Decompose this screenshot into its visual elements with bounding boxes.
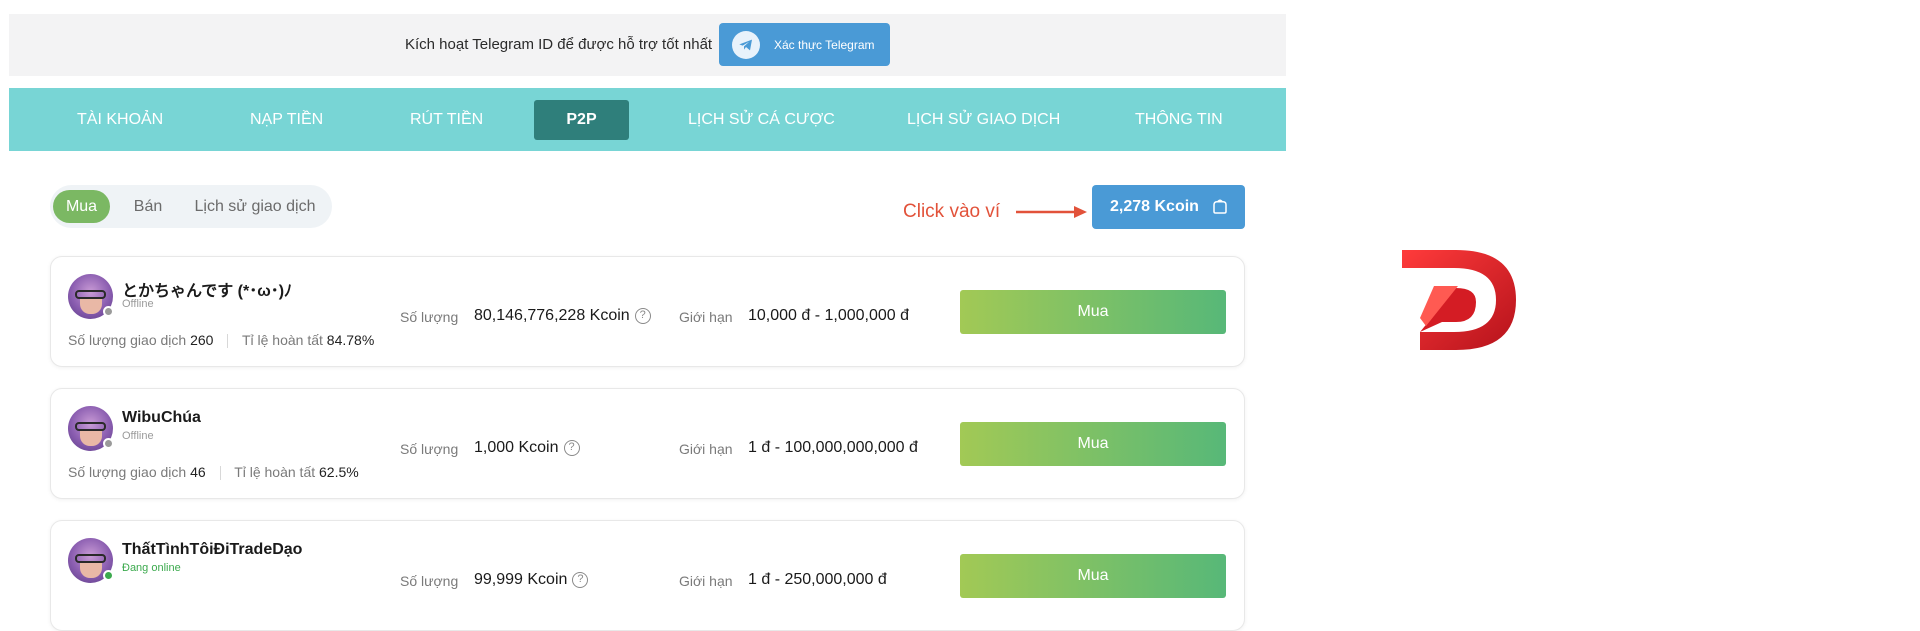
buy-button[interactable]: Mua — [960, 290, 1226, 334]
nav-item-info[interactable]: THÔNG TIN — [1135, 88, 1223, 151]
nav-item-transaction-history[interactable]: LỊCH SỬ GIAO DỊCH — [907, 88, 1060, 151]
help-circle-icon[interactable]: ? — [563, 439, 580, 456]
limit-label: Giới hạn — [679, 573, 733, 589]
p2p-tabs: Mua Bán Lịch sử giao dịch — [50, 185, 332, 228]
status-dot — [103, 306, 114, 317]
nav-item-withdraw[interactable]: RÚT TIỀN — [410, 88, 483, 151]
limit-label: Giới hạn — [679, 309, 733, 325]
offer-limit: 10,000 đ - 1,000,000 đ — [748, 307, 910, 324]
limit-label: Giới hạn — [679, 441, 733, 457]
wallet-balance: 2,278 Kcoin — [1110, 198, 1199, 215]
offer-card: WibuChúa Offline Số lượng giao dịch 46 T… — [50, 388, 1245, 499]
offer-amount: 1,000 Kcoin? — [474, 439, 580, 457]
offer-card: とかちゃんです (*･ω･)ﾉ Offline Số lượng giao dị… — [50, 256, 1245, 367]
arrow-right-icon — [1016, 206, 1087, 218]
seller-presence: Đang online — [122, 562, 181, 574]
offer-amount: 99,999 Kcoin? — [474, 571, 589, 589]
telegram-icon — [732, 30, 760, 59]
offer-amount: 80,146,776,228 Kcoin? — [474, 307, 651, 325]
wallet-button[interactable]: 2,278 Kcoin — [1092, 185, 1245, 229]
buy-button[interactable]: Mua — [960, 422, 1226, 466]
amount-label: Số lượng — [400, 309, 459, 325]
telegram-banner: Kích hoạt Telegram ID để được hỗ trợ tốt… — [9, 14, 1286, 76]
brand-logo — [1402, 250, 1516, 350]
help-circle-icon[interactable]: ? — [572, 571, 589, 588]
nav-item-bet-history[interactable]: LỊCH SỬ CÁ CƯỢC — [688, 88, 835, 151]
status-dot — [103, 570, 114, 581]
tab-sell[interactable]: Bán — [124, 190, 172, 223]
verify-telegram-label: Xác thực Telegram — [774, 37, 875, 52]
wallet-icon — [1213, 199, 1227, 214]
wallet-hint: Click vào ví — [903, 201, 1001, 222]
tab-transaction-history[interactable]: Lịch sử giao dịch — [184, 190, 326, 223]
help-circle-icon[interactable]: ? — [634, 307, 651, 324]
nav-item-account[interactable]: TÀI KHOẢN — [77, 88, 163, 151]
telegram-banner-text: Kích hoạt Telegram ID để được hỗ trợ tốt… — [405, 36, 713, 53]
seller-stats: Số lượng giao dịch 46 Tỉ lệ hoàn tất 62.… — [68, 464, 359, 481]
amount-label: Số lượng — [400, 573, 459, 589]
seller-name: ThấtTìnhTôiĐiTradeDạo — [122, 541, 303, 558]
tab-buy[interactable]: Mua — [53, 190, 110, 223]
offer-limit: 1 đ - 250,000,000 đ — [748, 571, 887, 588]
offer-card: ThấtTìnhTôiĐiTradeDạo Đang online Số lượ… — [50, 520, 1245, 631]
amount-label: Số lượng — [400, 441, 459, 457]
nav-item-p2p[interactable]: P2P — [534, 100, 629, 140]
offer-limit: 1 đ - 100,000,000,000 đ — [748, 439, 918, 456]
buy-button[interactable]: Mua — [960, 554, 1226, 598]
seller-presence: Offline — [122, 430, 154, 442]
main-nav: TÀI KHOẢN NẠP TIỀN RÚT TIỀN P2P LỊCH SỬ … — [9, 88, 1286, 151]
seller-name: WibuChúa — [122, 409, 201, 426]
status-dot — [103, 438, 114, 449]
seller-stats: Số lượng giao dịch 260 Tỉ lệ hoàn tất 84… — [68, 332, 375, 349]
nav-item-deposit[interactable]: NẠP TIỀN — [250, 88, 323, 151]
verify-telegram-button[interactable]: Xác thực Telegram — [719, 23, 890, 66]
seller-presence: Offline — [122, 298, 154, 310]
